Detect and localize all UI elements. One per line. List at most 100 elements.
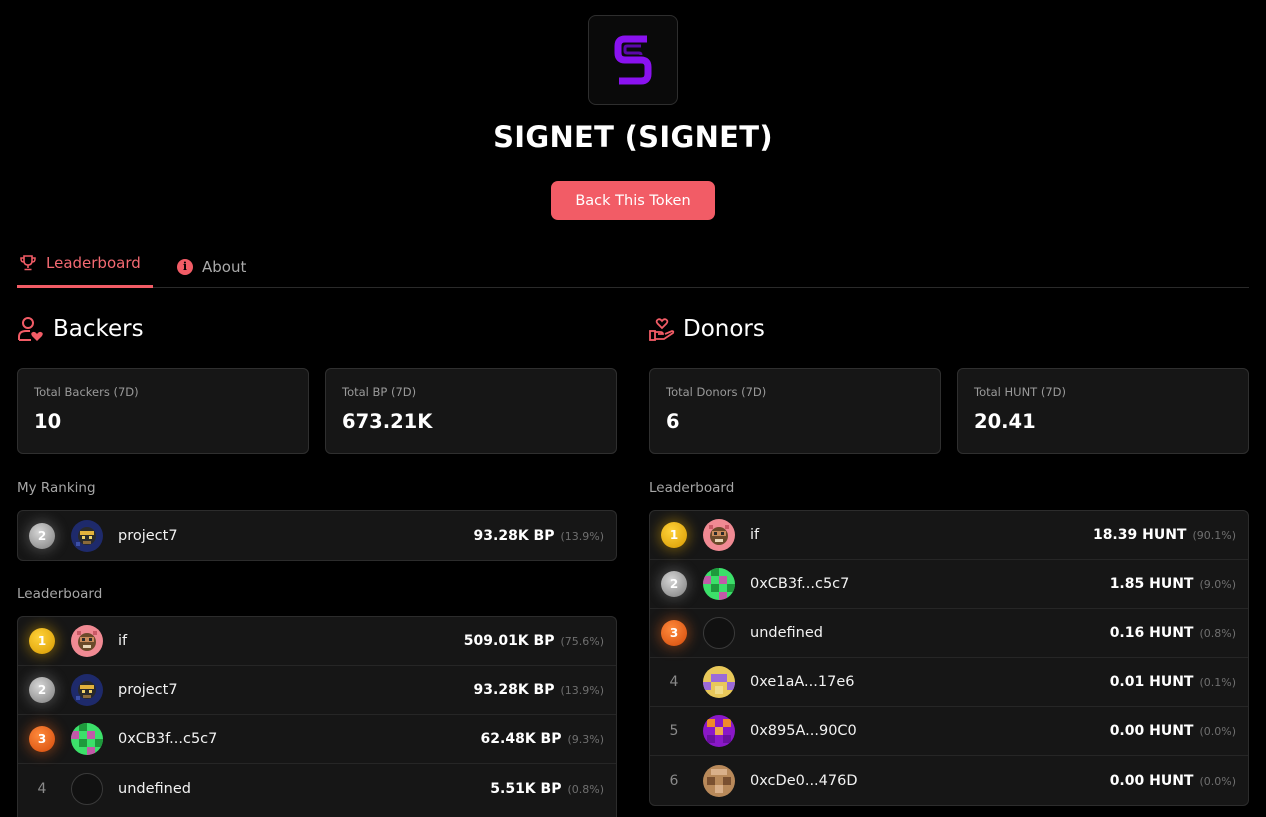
bp-value: 93.28K BP bbox=[473, 682, 555, 698]
share-percent: (9.0%) bbox=[1199, 578, 1236, 591]
back-token-button[interactable]: Back This Token bbox=[551, 181, 715, 220]
backers-leaderboard: 1 if 509.01K BP (75.6%) 2 project7 93.28K… bbox=[17, 616, 617, 817]
my-ranking-list: 2 project7 93.28K BP (13.9%) bbox=[17, 510, 617, 561]
stat-value: 10 bbox=[34, 410, 62, 433]
avatar bbox=[71, 723, 103, 755]
user-name: 0xCB3f...c5c7 bbox=[118, 731, 218, 747]
rank-badge: 2 bbox=[29, 677, 55, 703]
share-percent: (90.1%) bbox=[1192, 529, 1236, 542]
avatar bbox=[703, 715, 735, 747]
tab-bar: Leaderboard i About bbox=[17, 245, 1249, 288]
share-percent: (13.9%) bbox=[560, 684, 604, 697]
tab-about[interactable]: i About bbox=[177, 245, 246, 288]
avatar bbox=[71, 625, 103, 657]
table-row[interactable]: 4 undefined 5.51K BP (0.8%) bbox=[18, 764, 616, 813]
bp-value: 509.01K BP bbox=[463, 633, 555, 649]
user-name: project7 bbox=[118, 527, 178, 544]
my-ranking-label: My Ranking bbox=[17, 480, 96, 496]
stat-value: 6 bbox=[666, 410, 680, 433]
share-percent: (75.6%) bbox=[560, 635, 604, 648]
total-hunt-card: Total HUNT (7D) 20.41 bbox=[957, 368, 1249, 454]
avatar bbox=[703, 568, 735, 600]
backers-icon bbox=[18, 317, 43, 341]
hunt-value: 0.00 HUNT bbox=[1109, 772, 1194, 789]
rank-badge: 1 bbox=[29, 628, 55, 654]
stat-value: 673.21K bbox=[342, 410, 433, 433]
user-name: 0xCB3f...c5c7 bbox=[750, 576, 850, 592]
share-percent: (0.8%) bbox=[1199, 627, 1236, 640]
user-name: undefined bbox=[750, 625, 823, 641]
trophy-icon bbox=[20, 255, 36, 271]
share-percent: (13.9%) bbox=[560, 529, 604, 543]
stat-label: Total Donors (7D) bbox=[666, 385, 767, 399]
stat-value: 20.41 bbox=[974, 410, 1036, 433]
user-name: 0xe1aA...17e6 bbox=[750, 674, 855, 690]
share-percent: (0.8%) bbox=[567, 782, 604, 796]
tab-leaderboard-label: Leaderboard bbox=[46, 254, 141, 272]
rank-badge: 2 bbox=[661, 571, 687, 597]
total-bp-card: Total BP (7D) 673.21K bbox=[325, 368, 617, 454]
donors-leaderboard: 1 if 18.39 HUNT (90.1%) 2 0xCB3f...c5c7 1… bbox=[649, 510, 1249, 806]
user-name: 0x895A...90C0 bbox=[750, 723, 857, 739]
user-name: project7 bbox=[118, 682, 178, 698]
backers-section: Backers Total Backers (7D) 10 Total BP (… bbox=[17, 310, 617, 817]
table-row[interactable]: 4 0xe1aA...17e6 0.01 HUNT (0.1%) bbox=[650, 658, 1248, 707]
table-row[interactable]: 5 0x895A...90C0 0.00 HUNT (0.0%) bbox=[650, 707, 1248, 756]
hunt-value: 0.00 HUNT bbox=[1109, 723, 1194, 739]
table-row[interactable]: 3 0xCB3f...c5c7 62.48K BP (9.3%) bbox=[18, 715, 616, 764]
rank-number: 4 bbox=[37, 780, 47, 797]
avatar bbox=[703, 519, 735, 551]
user-name: if bbox=[118, 633, 128, 649]
avatar bbox=[703, 617, 735, 649]
stat-label: Total Backers (7D) bbox=[34, 385, 139, 399]
table-row[interactable]: 6 0xcDe0...476D 0.00 HUNT (0.0%) bbox=[650, 756, 1248, 805]
donors-section: Donors Total Donors (7D) 6 Total HUNT (7… bbox=[649, 310, 1249, 806]
hunt-value: 0.16 HUNT bbox=[1109, 625, 1194, 641]
avatar bbox=[703, 666, 735, 698]
avatar bbox=[71, 674, 103, 706]
hunt-value: 18.39 HUNT bbox=[1092, 527, 1187, 543]
total-donors-card: Total Donors (7D) 6 bbox=[649, 368, 941, 454]
list-item[interactable]: 2 project7 93.28K BP (13.9%) bbox=[18, 511, 616, 560]
rank-badge: 2 bbox=[29, 522, 55, 549]
table-row[interactable]: 2 0xCB3f...c5c7 1.85 HUNT (9.0%) bbox=[650, 560, 1248, 609]
table-row[interactable]: 1 if 509.01K BP (75.6%) bbox=[18, 617, 616, 666]
bp-value: 62.48K BP bbox=[480, 731, 562, 747]
share-percent: (0.0%) bbox=[1199, 774, 1236, 788]
bp-value: 93.28K BP bbox=[473, 527, 555, 544]
hunt-value: 1.85 HUNT bbox=[1109, 576, 1194, 592]
rank-badge: 1 bbox=[661, 522, 687, 548]
rank-number: 6 bbox=[669, 772, 679, 789]
stat-label: Total HUNT (7D) bbox=[974, 385, 1067, 399]
page-title: SIGNET (SIGNET) bbox=[493, 120, 773, 154]
user-name: undefined bbox=[118, 780, 191, 797]
backers-heading: Backers bbox=[53, 316, 144, 342]
avatar bbox=[71, 519, 103, 552]
avatar bbox=[703, 764, 735, 797]
stat-label: Total BP (7D) bbox=[342, 385, 417, 399]
rank-badge: 3 bbox=[661, 620, 687, 646]
info-icon: i bbox=[177, 258, 193, 275]
leaderboard-label: Leaderboard bbox=[649, 480, 735, 496]
table-row[interactable]: 3 undefined 0.16 HUNT (0.8%) bbox=[650, 609, 1248, 658]
user-name: 0xcDe0...476D bbox=[750, 772, 858, 789]
rank-number: 5 bbox=[669, 723, 679, 739]
share-percent: (0.1%) bbox=[1199, 676, 1236, 689]
share-percent: (0.0%) bbox=[1199, 725, 1236, 738]
table-row[interactable]: 2 project7 93.28K BP (13.9%) bbox=[18, 666, 616, 715]
token-logo bbox=[588, 15, 678, 105]
tab-leaderboard[interactable]: Leaderboard bbox=[17, 245, 153, 288]
rank-number: 4 bbox=[669, 674, 679, 690]
signet-logo-icon bbox=[614, 35, 652, 85]
leaderboard-label: Leaderboard bbox=[17, 586, 103, 602]
donors-heading: Donors bbox=[683, 316, 765, 342]
total-backers-card: Total Backers (7D) 10 bbox=[17, 368, 309, 454]
rank-badge: 3 bbox=[29, 726, 55, 752]
table-row[interactable]: 1 if 18.39 HUNT (90.1%) bbox=[650, 511, 1248, 560]
share-percent: (9.3%) bbox=[567, 733, 604, 746]
donate-hand-icon bbox=[649, 318, 675, 341]
bp-value: 5.51K BP bbox=[490, 780, 562, 797]
user-name: if bbox=[750, 527, 760, 543]
hunt-value: 0.01 HUNT bbox=[1109, 674, 1194, 690]
tab-about-label: About bbox=[202, 257, 247, 276]
